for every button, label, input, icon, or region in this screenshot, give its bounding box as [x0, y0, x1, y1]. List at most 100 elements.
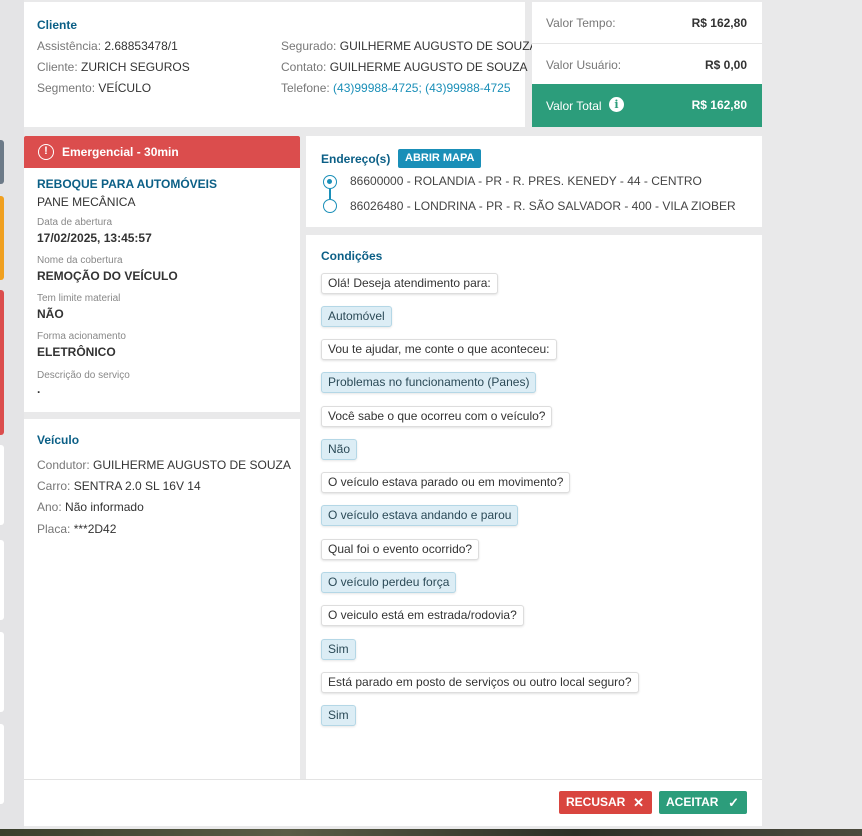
condition-answer: Não	[321, 439, 358, 460]
address-title: Endereço(s)	[321, 152, 391, 166]
carro-row: Carro: SENTRA 2.0 SL 16V 14	[37, 479, 201, 493]
segurado-value: GUILHERME AUGUSTO DE SOUZA	[339, 39, 538, 53]
contato-value: GUILHERME AUGUSTO DE SOUZA	[329, 60, 528, 74]
condition-question: Qual foi o evento ocorrido?	[321, 539, 480, 560]
side-tab-white-3[interactable]	[0, 632, 4, 712]
vehicle-title: Veículo	[37, 433, 80, 447]
segmento-value: VEÍCULO	[98, 81, 152, 95]
desktop-background-strip	[0, 829, 862, 836]
valor-total-label: Valor Total	[546, 99, 602, 113]
alert-circle-icon: !	[38, 144, 54, 160]
segmento-row: Segmento: VEÍCULO	[37, 81, 151, 95]
destination-address: 86026480 - LONDRINA - PR - R. SÃO SALVAD…	[350, 199, 736, 213]
contato-row: Contato: GUILHERME AUGUSTO DE SOUZA	[281, 60, 528, 74]
reject-button-label: RECUSAR	[566, 795, 626, 809]
condition-answer: Sim	[321, 639, 356, 660]
side-tab-orange[interactable]	[0, 196, 4, 280]
check-icon: ✓	[728, 795, 739, 810]
placa-row: Placa: ***2D42	[37, 522, 116, 536]
condition-answer: O veículo estava andando e parou	[321, 505, 519, 526]
open-map-button[interactable]: ABRIR MAPA	[398, 149, 482, 168]
carro-value: SENTRA 2.0 SL 16V 14	[73, 479, 201, 493]
accept-button[interactable]: ACEITAR ✓	[659, 791, 747, 814]
descricao-value: .	[37, 382, 41, 396]
info-icon[interactable]: i	[609, 97, 624, 112]
side-tab-gray[interactable]	[0, 140, 4, 184]
side-tab-red[interactable]	[0, 290, 4, 435]
service-subtype: PANE MECÂNICA	[37, 195, 136, 209]
cobertura-value: REMOÇÃO DO VEÍCULO	[37, 269, 178, 283]
ano-row: Ano: Não informado	[37, 500, 144, 514]
condition-answer: Sim	[321, 705, 356, 726]
vehicle-card: Veículo Condutor: GUILHERME AUGUSTO DE S…	[24, 419, 300, 779]
cliente-row: Cliente: ZURICH SEGUROS	[37, 60, 190, 74]
segurado-row: Segurado: GUILHERME AUGUSTO DE SOUZA	[281, 39, 538, 53]
forma-value: ELETRÔNICO	[37, 345, 116, 359]
data-abertura-value: 17/02/2025, 13:45:57	[37, 231, 152, 245]
client-title: Cliente	[37, 18, 78, 32]
valor-total-row: Valor Total i R$ 162,80	[532, 84, 762, 127]
valor-tempo-row: Valor Tempo: R$ 162,80	[532, 2, 762, 42]
telefone-link[interactable]: (43)99988-4725; (43)99988-4725	[333, 81, 510, 95]
limite-label: Tem limite material	[37, 293, 121, 304]
condition-answer: O veículo perdeu força	[321, 572, 457, 593]
data-abertura-label: Data de abertura	[37, 217, 113, 228]
action-footer: RECUSAR ✕ ACEITAR ✓	[24, 779, 762, 826]
placa-value: ***2D42	[73, 522, 117, 536]
assistencia-value: 2.68853478/1	[104, 39, 178, 53]
valor-tempo-label: Valor Tempo:	[546, 16, 616, 30]
condutor-label: Condutor:	[37, 458, 90, 472]
valor-usuario-row: Valor Usuário: R$ 0,00	[532, 44, 762, 84]
origin-dot	[327, 179, 332, 184]
placa-label: Placa:	[37, 522, 71, 536]
reject-button[interactable]: RECUSAR ✕	[559, 791, 652, 814]
segmento-label: Segmento:	[37, 81, 96, 95]
limite-value: NÃO	[37, 307, 64, 321]
cliente-value: ZURICH SEGUROS	[81, 60, 190, 74]
telefone-row: Telefone: (43)99988-4725; (43)99988-4725	[281, 81, 511, 95]
close-icon: ✕	[633, 795, 644, 810]
conditions-card: Condições Olá! Deseja atendimento para: …	[306, 235, 762, 779]
route-line	[329, 189, 331, 199]
condition-question: Olá! Deseja atendimento para:	[321, 273, 498, 294]
service-type: REBOQUE PARA AUTOMÓVEIS	[37, 177, 218, 191]
condition-question: O veiculo está em estrada/rodovia?	[321, 605, 524, 626]
origin-marker-icon	[323, 175, 337, 189]
condutor-row: Condutor: GUILHERME AUGUSTO DE SOUZA	[37, 458, 291, 472]
condition-question: Você sabe o que ocorreu com o veículo?	[321, 406, 553, 427]
valor-usuario-value: R$ 0,00	[704, 58, 747, 72]
valor-tempo-value: R$ 162,80	[691, 16, 747, 30]
cobertura-label: Nome da cobertura	[37, 255, 123, 266]
ano-value: Não informado	[65, 500, 144, 514]
accept-button-label: ACEITAR	[666, 795, 719, 809]
condition-question: Vou te ajudar, me conte o que aconteceu:	[321, 339, 557, 360]
condition-answer: Automóvel	[321, 306, 392, 327]
condition-answer: Problemas no funcionamento (Panes)	[321, 372, 537, 393]
address-card: Endereço(s) ABRIR MAPA 86600000 - ROLAND…	[306, 136, 762, 227]
valor-usuario-label: Valor Usuário:	[546, 58, 622, 72]
condutor-value: GUILHERME AUGUSTO DE SOUZA	[93, 458, 291, 472]
assistencia-label: Assistência:	[37, 39, 102, 53]
side-tab-white-4[interactable]	[0, 724, 4, 804]
carro-label: Carro:	[37, 479, 71, 493]
side-tab-white-1[interactable]	[0, 445, 4, 525]
ano-label: Ano:	[37, 500, 62, 514]
origin-address: 86600000 - ROLANDIA - PR - R. PRES. KENE…	[350, 174, 702, 188]
destination-marker-icon	[323, 199, 337, 213]
conditions-title: Condições	[321, 249, 383, 263]
values-card: Valor Tempo: R$ 162,80 Valor Usuário: R$…	[532, 2, 762, 127]
service-card: ! Emergencial - 30min REBOQUE PARA AUTOM…	[24, 136, 300, 412]
client-card: Cliente Assistência: 2.68853478/1 Client…	[24, 2, 538, 127]
segurado-label: Segurado:	[281, 39, 337, 53]
assistencia-row: Assistência: 2.68853478/1	[37, 39, 178, 53]
telefone-label: Telefone:	[281, 81, 330, 95]
emergency-label: Emergencial - 30min	[62, 145, 179, 159]
cliente-label: Cliente:	[37, 60, 78, 74]
condition-question: Está parado em posto de serviços ou outr…	[321, 672, 639, 693]
valor-total-value: R$ 162,80	[691, 98, 747, 112]
contato-label: Contato:	[281, 60, 327, 74]
forma-label: Forma acionamento	[37, 331, 126, 342]
left-panel-strip	[0, 0, 24, 836]
side-tab-white-2[interactable]	[0, 540, 4, 620]
condition-question: O veículo estava parado ou em movimento?	[321, 472, 571, 493]
